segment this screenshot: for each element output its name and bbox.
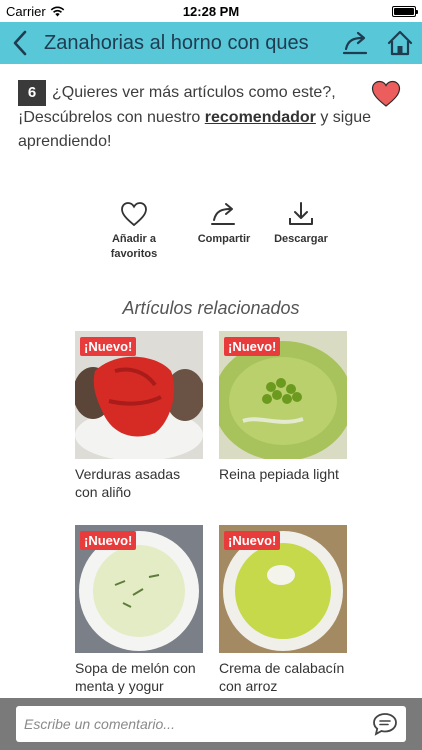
status-bar: Carrier 12:28 PM <box>0 0 422 22</box>
article-number-badge: 6 <box>18 80 46 106</box>
heart-outline-icon <box>121 202 147 227</box>
back-button[interactable] <box>0 22 40 64</box>
download-label: Descargar <box>274 233 328 245</box>
new-badge: ¡Nuevo! <box>224 531 281 550</box>
related-label: Sopa de melón con menta y yogur <box>75 660 196 694</box>
related-label: Crema de calabacín con arroz <box>219 660 345 694</box>
related-card[interactable]: ¡Nuevo! Crema de calabacín con arroz <box>219 525 347 695</box>
related-card[interactable]: ¡Nuevo! Reina pepiada light <box>219 331 347 483</box>
related-image: ¡Nuevo! <box>75 525 203 653</box>
new-badge: ¡Nuevo! <box>224 337 281 356</box>
download-button[interactable]: Descargar <box>261 198 341 247</box>
recommend-block: 6 ¿Quieres ver más artículos como este?, … <box>18 80 414 154</box>
related-image: ¡Nuevo! <box>75 331 203 459</box>
download-icon <box>289 202 313 225</box>
share-button[interactable]: Compartir <box>184 198 264 247</box>
related-image: ¡Nuevo! <box>219 331 347 459</box>
related-title: Artículos relacionados <box>122 298 300 318</box>
home-button[interactable] <box>378 22 422 64</box>
add-favorite-button[interactable]: Añadir a favoritos <box>94 198 174 262</box>
comment-placeholder: Escribe un comentario... <box>24 716 175 732</box>
nav-bar: Zanahorias al horno con ques <box>0 22 422 64</box>
related-image: ¡Nuevo! <box>219 525 347 653</box>
share-nav-button[interactable] <box>334 22 378 64</box>
heart-icon[interactable] <box>371 80 401 108</box>
home-icon <box>387 30 413 56</box>
status-left: Carrier <box>6 4 65 19</box>
recommender-link[interactable]: recomendador <box>205 109 316 126</box>
share-icon <box>211 203 235 225</box>
battery-icon <box>392 5 418 17</box>
new-badge: ¡Nuevo! <box>80 337 137 356</box>
comment-bar: Escribe un comentario... <box>0 698 422 750</box>
share-label: Compartir <box>197 233 251 245</box>
related-card[interactable]: ¡Nuevo! Verduras asadas con aliño <box>75 331 203 501</box>
page-title: Zanahorias al horno con ques <box>44 31 309 54</box>
wifi-icon <box>50 6 64 16</box>
related-card[interactable]: ¡Nuevo! Sopa de melón con menta y yogur <box>75 525 203 695</box>
chevron-left-icon <box>13 30 27 56</box>
comment-input[interactable]: Escribe un comentario... <box>16 706 406 742</box>
new-badge: ¡Nuevo! <box>80 531 137 550</box>
share-arrow-icon <box>342 31 368 55</box>
add-favorite-label: Añadir a favoritos <box>110 233 158 260</box>
chat-bubble-icon[interactable] <box>372 712 398 736</box>
carrier-label: Carrier <box>6 3 46 19</box>
related-label: Verduras asadas con aliño <box>75 466 181 500</box>
action-row: Añadir a favoritos Compartir Descargar <box>0 198 422 268</box>
related-label: Reina pepiada light <box>219 466 339 482</box>
